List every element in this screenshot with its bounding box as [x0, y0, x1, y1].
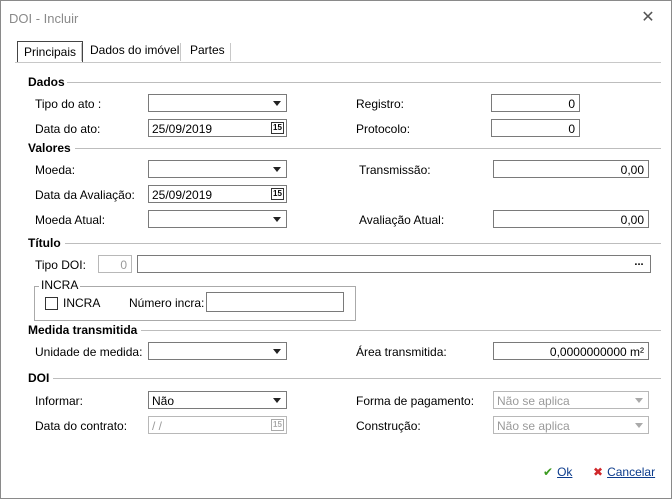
ok-button[interactable]: ✔ Ok: [543, 463, 572, 481]
tipo-ato-label: Tipo do ato :: [35, 97, 102, 111]
transmissao-label: Transmissão:: [359, 163, 431, 177]
registro-label: Registro:: [356, 97, 405, 111]
construcao-value: Não se aplica: [497, 419, 570, 433]
informar-label: Informar:: [35, 394, 84, 408]
section-divider: [75, 148, 661, 149]
data-avaliacao-input[interactable]: 25/09/2019 15: [148, 185, 287, 203]
informar-select[interactable]: Não: [148, 391, 287, 409]
ok-button-label: Ok: [557, 465, 573, 479]
chevron-down-icon[interactable]: [631, 418, 647, 432]
tab-baseline: [15, 62, 661, 63]
data-ato-input[interactable]: 25/09/2019 15: [148, 119, 287, 137]
incra-group-title: INCRA: [39, 278, 81, 292]
protocolo-input[interactable]: 0: [491, 119, 580, 137]
section-medida-title: Medida transmitida: [28, 323, 138, 337]
section-divider: [141, 330, 661, 331]
section-titulo-title: Título: [28, 236, 61, 250]
protocolo-value: 0: [568, 122, 575, 136]
transmissao-value: 0,00: [620, 163, 644, 177]
data-avaliacao-label: Data da Avaliação:: [35, 188, 135, 202]
informar-value: Não: [152, 394, 175, 408]
avaliacao-atual-label: Avaliação Atual:: [359, 213, 445, 227]
construcao-select[interactable]: Não se aplica: [493, 416, 649, 434]
cancel-button[interactable]: ✖ Cancelar: [593, 463, 655, 481]
tab-partes[interactable]: Partes: [184, 39, 231, 61]
chevron-down-icon[interactable]: [269, 162, 285, 176]
calendar-icon[interactable]: 15: [271, 188, 284, 200]
incra-checkbox-label: INCRA: [63, 296, 101, 310]
section-divider: [53, 378, 661, 379]
dialog-window: DOI - Incluir ✕ Principais Dados do imóv…: [0, 0, 672, 499]
section-doi-title: DOI: [28, 371, 50, 385]
numero-incra-input[interactable]: [206, 292, 344, 312]
data-ato-label: Data do ato:: [35, 122, 101, 136]
tab-divider: [180, 43, 181, 61]
data-contrato-value: / /: [152, 419, 163, 433]
moeda-select[interactable]: [148, 160, 287, 178]
registro-value: 0: [568, 97, 575, 111]
title-bar: DOI - Incluir ✕: [1, 1, 671, 35]
moeda-label: Moeda:: [35, 163, 76, 177]
tipo-doi-code-value: 0: [120, 258, 127, 272]
forma-pagamento-label: Forma de pagamento:: [356, 394, 475, 408]
chevron-down-icon[interactable]: [269, 96, 285, 110]
tab-divider: [230, 43, 231, 61]
area-transmitida-value: 0,0000000000 m²: [549, 345, 644, 359]
avaliacao-atual-input[interactable]: 0,00: [493, 210, 649, 228]
cancel-button-label: Cancelar: [607, 465, 656, 479]
moeda-atual-select[interactable]: [148, 210, 287, 228]
lookup-ellipsis-button[interactable]: ...: [629, 257, 649, 271]
forma-pagamento-select[interactable]: Não se aplica: [493, 391, 649, 409]
data-avaliacao-value: 25/09/2019: [152, 188, 213, 202]
tipo-doi-lookup[interactable]: ...: [137, 255, 651, 273]
avaliacao-atual-value: 0,00: [620, 213, 644, 227]
chevron-down-icon[interactable]: [631, 393, 647, 407]
data-ato-value: 25/09/2019: [152, 122, 213, 136]
calendar-icon[interactable]: 15: [271, 419, 284, 431]
calendar-icon[interactable]: 15: [271, 122, 284, 134]
numero-incra-label: Número incra:: [129, 296, 205, 310]
section-divider: [67, 82, 661, 83]
window-title: DOI - Incluir: [9, 11, 79, 26]
unidade-medida-select[interactable]: [148, 342, 287, 360]
data-contrato-input[interactable]: / / 15: [148, 416, 287, 434]
unidade-medida-label: Unidade de medida:: [35, 345, 143, 359]
registro-input[interactable]: 0: [491, 94, 580, 112]
chevron-down-icon[interactable]: [269, 212, 285, 226]
tab-dados-imovel[interactable]: Dados do imóvel: [84, 39, 185, 61]
area-transmitida-input[interactable]: 0,0000000000 m²: [493, 342, 649, 360]
protocolo-label: Protocolo:: [356, 122, 411, 136]
area-transmitida-label: Área transmitida:: [356, 345, 447, 359]
x-icon: ✖: [593, 465, 604, 479]
section-divider: [65, 243, 661, 244]
tab-principais[interactable]: Principais: [17, 41, 84, 62]
chevron-down-icon[interactable]: [269, 344, 285, 358]
incra-checkbox[interactable]: [45, 297, 58, 310]
close-icon[interactable]: ✕: [637, 7, 659, 29]
tipo-doi-code-input[interactable]: 0: [98, 255, 132, 273]
forma-pagamento-value: Não se aplica: [497, 394, 570, 408]
data-contrato-label: Data do contrato:: [35, 419, 128, 433]
construcao-label: Construção:: [356, 419, 421, 433]
tab-divider: [81, 43, 82, 61]
transmissao-input[interactable]: 0,00: [493, 160, 649, 178]
tipo-doi-label: Tipo DOI:: [35, 258, 86, 272]
tipo-ato-select[interactable]: [148, 94, 287, 112]
check-icon: ✔: [543, 465, 554, 479]
section-valores-title: Valores: [28, 141, 71, 155]
chevron-down-icon[interactable]: [269, 393, 285, 407]
moeda-atual-label: Moeda Atual:: [35, 213, 106, 227]
section-dados-title: Dados: [28, 75, 65, 89]
